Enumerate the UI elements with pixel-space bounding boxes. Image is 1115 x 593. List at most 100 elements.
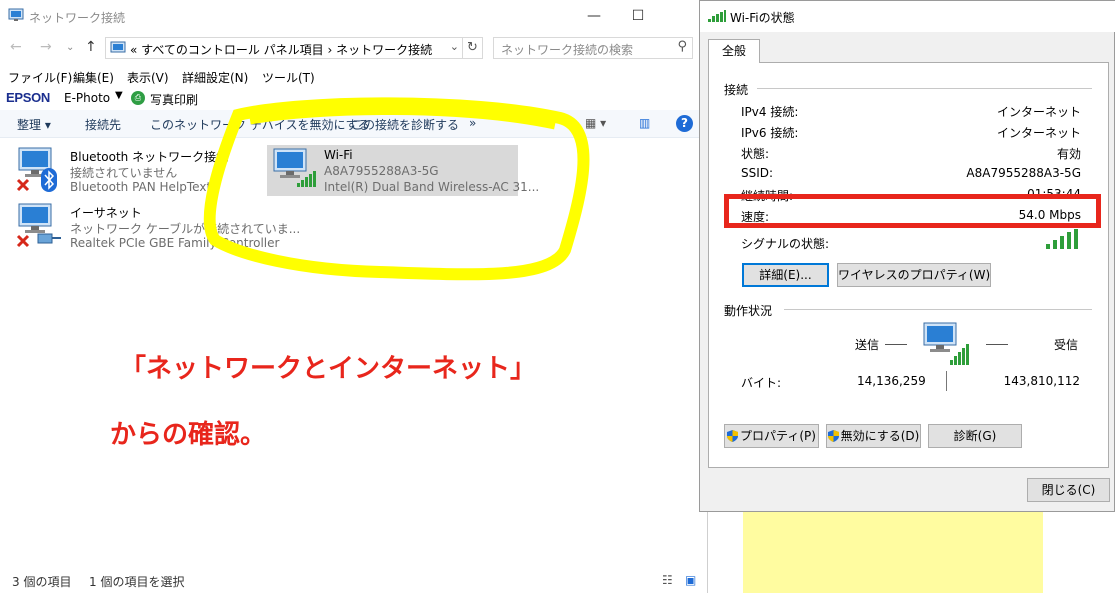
state-value: 有効 [1056,147,1081,161]
yellow-highlight-rect [743,510,1043,593]
photo-print-button[interactable]: 写真印刷 [150,91,198,108]
uac-shield-icon [827,430,839,442]
ssid-label: SSID: [741,166,774,180]
help-icon[interactable]: ? [676,115,693,132]
details-view-icon[interactable]: ☷ [662,573,673,587]
view-options-icon[interactable]: ▦ ▾ [585,116,606,130]
network-connections-window: ネットワーク接続 — ☐ ← → ⌄ ↑ « すべてのコントロール パネル項目 … [0,0,708,593]
network-folder-icon [8,8,24,21]
wifi-signal-icon [708,10,726,22]
diagnose-button[interactable]: 診断(G) [928,424,1022,448]
epson-logo: EPSON [6,90,51,105]
ipv4-label: IPv4 接続: [741,105,799,119]
uac-shield-icon [727,430,739,442]
more-commands-button[interactable]: » [469,116,476,130]
menu-advanced[interactable]: 詳細設定(N) [182,69,248,86]
minimize-button[interactable]: — [584,6,604,26]
network-item-ethernet[interactable]: イーサネット ネットワーク ケーブルが接続されていま... Realtek PC… [16,202,300,252]
network-item-wifi[interactable]: Wi-Fi A8A7955288A3-5G Intel(R) Dual Band… [267,145,539,196]
disable-device-button[interactable]: このネットワーク デバイスを無効にする [150,116,370,133]
connect-to-button[interactable]: 接続先 [85,116,121,133]
item-device: Bluetooth PAN HelpText [70,180,212,194]
address-row: ← → ⌄ ↑ « すべてのコントロール パネル項目 › ネットワーク接続 ⌄ … [0,34,708,62]
address-dropdown-icon[interactable]: ⌄ [450,40,459,53]
annotation-line-1: 「ネットワークとインターネット」 [120,354,537,384]
signal-strength-icon [1046,229,1078,249]
epson-toolbar: EPSON E-Photo ▼ ⎙ 写真印刷 [0,88,708,108]
menu-view[interactable]: 表示(V) [127,69,169,86]
organize-button[interactable]: 整理 ▾ [17,116,51,133]
details-button[interactable]: 詳細(E)... [742,263,829,287]
status-bar: 3 個の項目 1 個の項目を選択 ☷ ▣ [0,570,708,593]
search-input[interactable]: ネットワーク接続の検索 ⚲ [493,37,693,59]
network-item-bluetooth[interactable]: Bluetooth ネットワーク接続 接続されていません Bluetooth P… [16,146,256,196]
network-activity-icon [923,322,969,365]
bytes-sent-value: 14,136,259 [857,374,926,388]
properties-button-label: プロパティ(P) [740,429,816,443]
item-status: ネットワーク ケーブルが接続されていま... [70,222,301,236]
ipv6-label: IPv6 接続: [741,126,799,140]
properties-button[interactable]: プロパティ(P) [724,424,819,448]
signal-quality-label: シグナルの状態: [741,237,830,251]
back-arrow-icon[interactable]: ← [10,39,22,55]
large-icons-view-icon[interactable]: ▣ [685,573,696,587]
selected-count: 1 個の項目を選択 [89,575,185,589]
ssid-value: A8A7955288A3-5G [966,166,1081,180]
general-tab-panel: 接続 IPv4 接続: インターネット IPv6 接続: インターネット 状態:… [708,62,1109,468]
dialog-titlebar: Wi-Fiの状態 [700,1,1115,32]
menu-edit[interactable]: 編集(E) [73,69,114,86]
item-status: 接続されていません [70,166,178,180]
item-device: Intel(R) Dual Band Wireless-AC 31... [324,180,540,194]
sent-label: 送信 [855,338,880,352]
disable-button-label: 無効にする(D) [840,429,920,443]
control-panel-icon [110,41,126,53]
menu-file[interactable]: ファイル(F) [8,69,72,86]
ipv6-value: インターネット [996,126,1081,140]
item-name: Bluetooth ネットワーク接続 [70,150,229,164]
address-path: « すべてのコントロール パネル項目 › ネットワーク接続 [130,43,433,57]
signal-bars-icon [297,171,316,187]
photo-print-icon: ⎙ [131,91,145,105]
bluetooth-icon [41,168,57,192]
wireless-properties-button[interactable]: ワイヤレスのプロパティ(W) [837,263,991,287]
ipv4-value: インターネット [996,105,1081,119]
group-divider [784,309,1092,310]
menu-bar: ファイル(F) 編集(E) 表示(V) 詳細設定(N) ツール(T) [0,68,708,88]
menu-tools[interactable]: ツール(T) [262,69,315,86]
annotation-line-2: からの確認。 [110,420,267,450]
search-placeholder: ネットワーク接続の検索 [501,43,634,57]
received-label: 受信 [1054,338,1079,352]
command-bar: 整理 ▾ 接続先 このネットワーク デバイスを無効にする この接続を診断する »… [0,110,708,138]
up-arrow-icon[interactable]: ↑ [85,39,97,55]
preview-pane-icon[interactable]: ▥ [639,116,650,130]
ephoto-dropdown-icon[interactable]: ▼ [115,90,123,101]
bytes-received-value: 143,810,112 [1003,374,1080,388]
maximize-button[interactable]: ☐ [628,6,648,26]
connection-group-header: 接続 [724,83,749,97]
ethernet-cable-icon [37,233,61,244]
window-title: ネットワーク接続 [29,11,126,25]
received-line [986,344,1008,345]
item-count: 3 個の項目 [12,575,72,589]
dialog-title: Wi-Fiの状態 [730,11,795,25]
disable-button[interactable]: 無効にする(D) [826,424,921,448]
item-name: Wi-Fi [324,148,353,162]
item-device: Realtek PCIe GBE Family Controller [70,236,280,250]
tab-general[interactable]: 全般 [708,39,760,63]
item-name: イーサネット [70,206,142,220]
refresh-icon[interactable]: ↻ [463,37,483,59]
close-button[interactable]: 閉じる(C) [1027,478,1110,502]
recent-dropdown-icon[interactable]: ⌄ [66,42,74,53]
search-icon: ⚲ [677,39,687,54]
sent-line [885,344,907,345]
diagnose-connection-button[interactable]: この接続を診断する [351,116,459,133]
wifi-status-dialog: Wi-Fiの状態 全般 接続 IPv4 接続: インターネット IPv6 接続:… [699,0,1115,512]
disconnected-x-icon [16,234,30,248]
bytes-divider [946,371,947,391]
item-status: A8A7955288A3-5G [324,164,439,178]
disconnected-x-icon [16,178,30,192]
address-bar[interactable]: « すべてのコントロール パネル項目 › ネットワーク接続 ⌄ [105,37,463,59]
forward-arrow-icon[interactable]: → [40,39,52,55]
ephoto-button[interactable]: E-Photo [64,91,110,105]
speed-highlight-box [724,194,1101,228]
